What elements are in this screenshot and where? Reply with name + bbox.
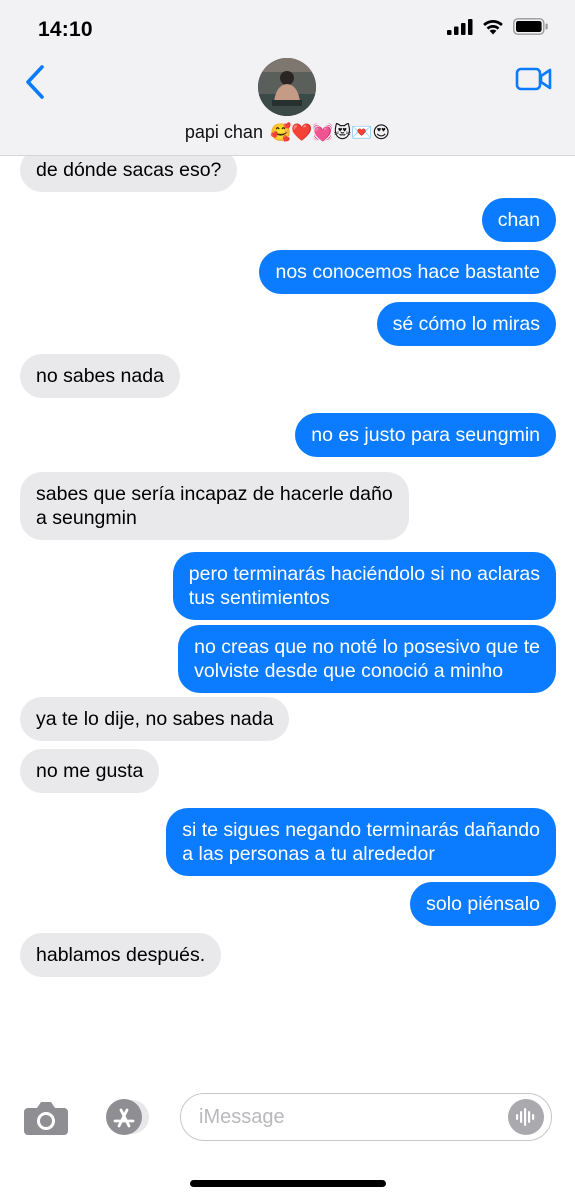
wifi-icon (483, 19, 503, 35)
message-incoming[interactable]: sabes que sería incapaz de hacerle daño … (20, 472, 409, 540)
status-time: 14:10 (38, 18, 93, 41)
message-outgoing[interactable]: sé cómo lo miras (376, 302, 556, 346)
home-indicator (190, 1180, 386, 1187)
battery-icon (513, 18, 548, 35)
message-outgoing[interactable]: no es justo para seungmin (295, 413, 556, 457)
status-icons (447, 18, 549, 35)
facetime-video-icon[interactable] (515, 64, 553, 94)
message-outgoing[interactable]: chan (481, 198, 556, 242)
message-incoming[interactable]: no me gusta (20, 749, 160, 793)
message-outgoing[interactable]: nos conocemos hace bastante (259, 250, 556, 294)
message-outgoing[interactable]: no creas que no noté lo posesivo que te … (178, 625, 556, 693)
message-outgoing[interactable]: si te sigues negando terminarás dañando … (166, 808, 556, 876)
message-incoming[interactable]: ya te lo dije, no sabes nada (20, 697, 290, 741)
camera-icon[interactable] (22, 1097, 70, 1137)
message-incoming[interactable]: hablamos después. (20, 933, 222, 977)
back-chevron-icon[interactable] (20, 62, 50, 102)
contact-name-emojis: 🥰❤️💓😻💌😍 (269, 123, 391, 142)
waveform-icon (516, 1108, 535, 1126)
imessage-input[interactable] (180, 1093, 552, 1141)
conversation-header: 14:10 papi chan 🥰❤️💓😻💌😍 (0, 0, 575, 156)
contact-name: papi chan (184, 122, 263, 142)
message-thread[interactable]: de dónde sacas eso? chan nos conocemos h… (0, 0, 575, 1080)
contact-name-row[interactable]: papi chan 🥰❤️💓😻💌😍 (0, 122, 575, 143)
cellular-signal-icon (447, 18, 473, 35)
compose-bar (0, 1085, 575, 1155)
contact-avatar[interactable] (258, 58, 316, 116)
message-outgoing[interactable]: solo piénsalo (410, 882, 556, 926)
audio-message-button[interactable] (508, 1099, 544, 1135)
avatar-photo (258, 58, 316, 116)
message-outgoing[interactable]: pero terminarás haciéndolo si no aclaras… (172, 552, 556, 620)
app-store-icon[interactable] (98, 1097, 150, 1137)
message-incoming[interactable]: no sabes nada (20, 354, 180, 398)
